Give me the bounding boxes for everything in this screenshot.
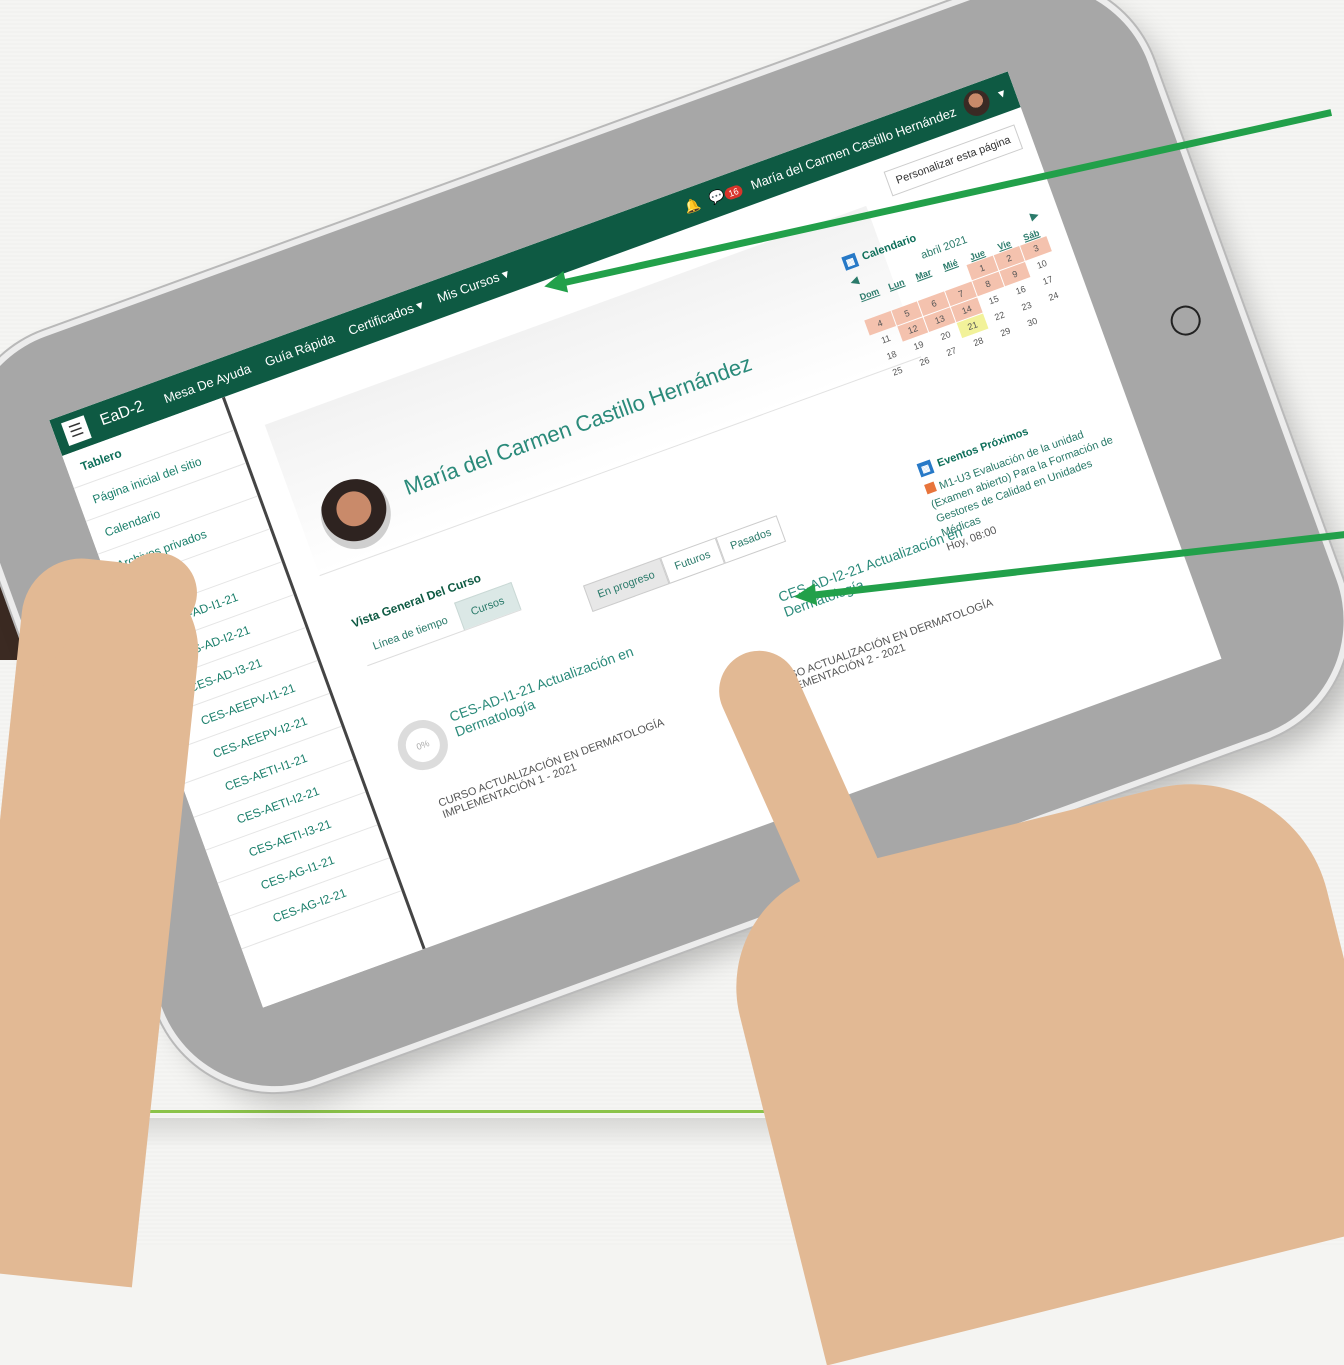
menu-icon[interactable]: ☰ bbox=[61, 415, 92, 446]
filter-future[interactable]: Futuros bbox=[659, 537, 726, 584]
event-label: M1-U3 Evaluación de la unidad (Examen ab… bbox=[929, 428, 1115, 540]
filter-past[interactable]: Pasados bbox=[715, 515, 787, 564]
brand[interactable]: EaD-2 bbox=[98, 398, 147, 430]
calendar-icon: ▦ bbox=[916, 459, 935, 478]
page-title: María del Carmen Castillo Hernández bbox=[400, 350, 756, 500]
tablet-home-button[interactable] bbox=[1166, 301, 1205, 340]
profile-header: María del Carmen Castillo Hernández bbox=[264, 205, 922, 577]
profile-avatar bbox=[310, 469, 401, 559]
user-avatar[interactable] bbox=[960, 86, 994, 120]
next-month-icon[interactable]: ▶ bbox=[1028, 208, 1040, 223]
upcoming-events-block: ▦ Eventos Próximos M1-U3 Evaluación de l… bbox=[916, 396, 1138, 556]
course-filter: En progreso Futuros Pasados bbox=[582, 515, 787, 612]
filter-in-progress[interactable]: En progreso bbox=[582, 557, 670, 612]
checklist-icon bbox=[924, 481, 937, 495]
notification-badge: 16 bbox=[723, 183, 745, 202]
progress-ring: 0% bbox=[390, 713, 455, 778]
messages-icon[interactable]: 💬16 bbox=[707, 181, 745, 208]
course-card[interactable]: 0% CES-AD-I1-21 Actualización en Dermato… bbox=[390, 628, 673, 821]
calendar-block: ▦ Calendario ◀ abril 2021 ▶ Dom Lun Mar Mié… bbox=[841, 189, 1075, 383]
chevron-down-icon[interactable]: ▾ bbox=[996, 85, 1008, 102]
bell-icon[interactable]: 🔔 bbox=[682, 196, 703, 217]
